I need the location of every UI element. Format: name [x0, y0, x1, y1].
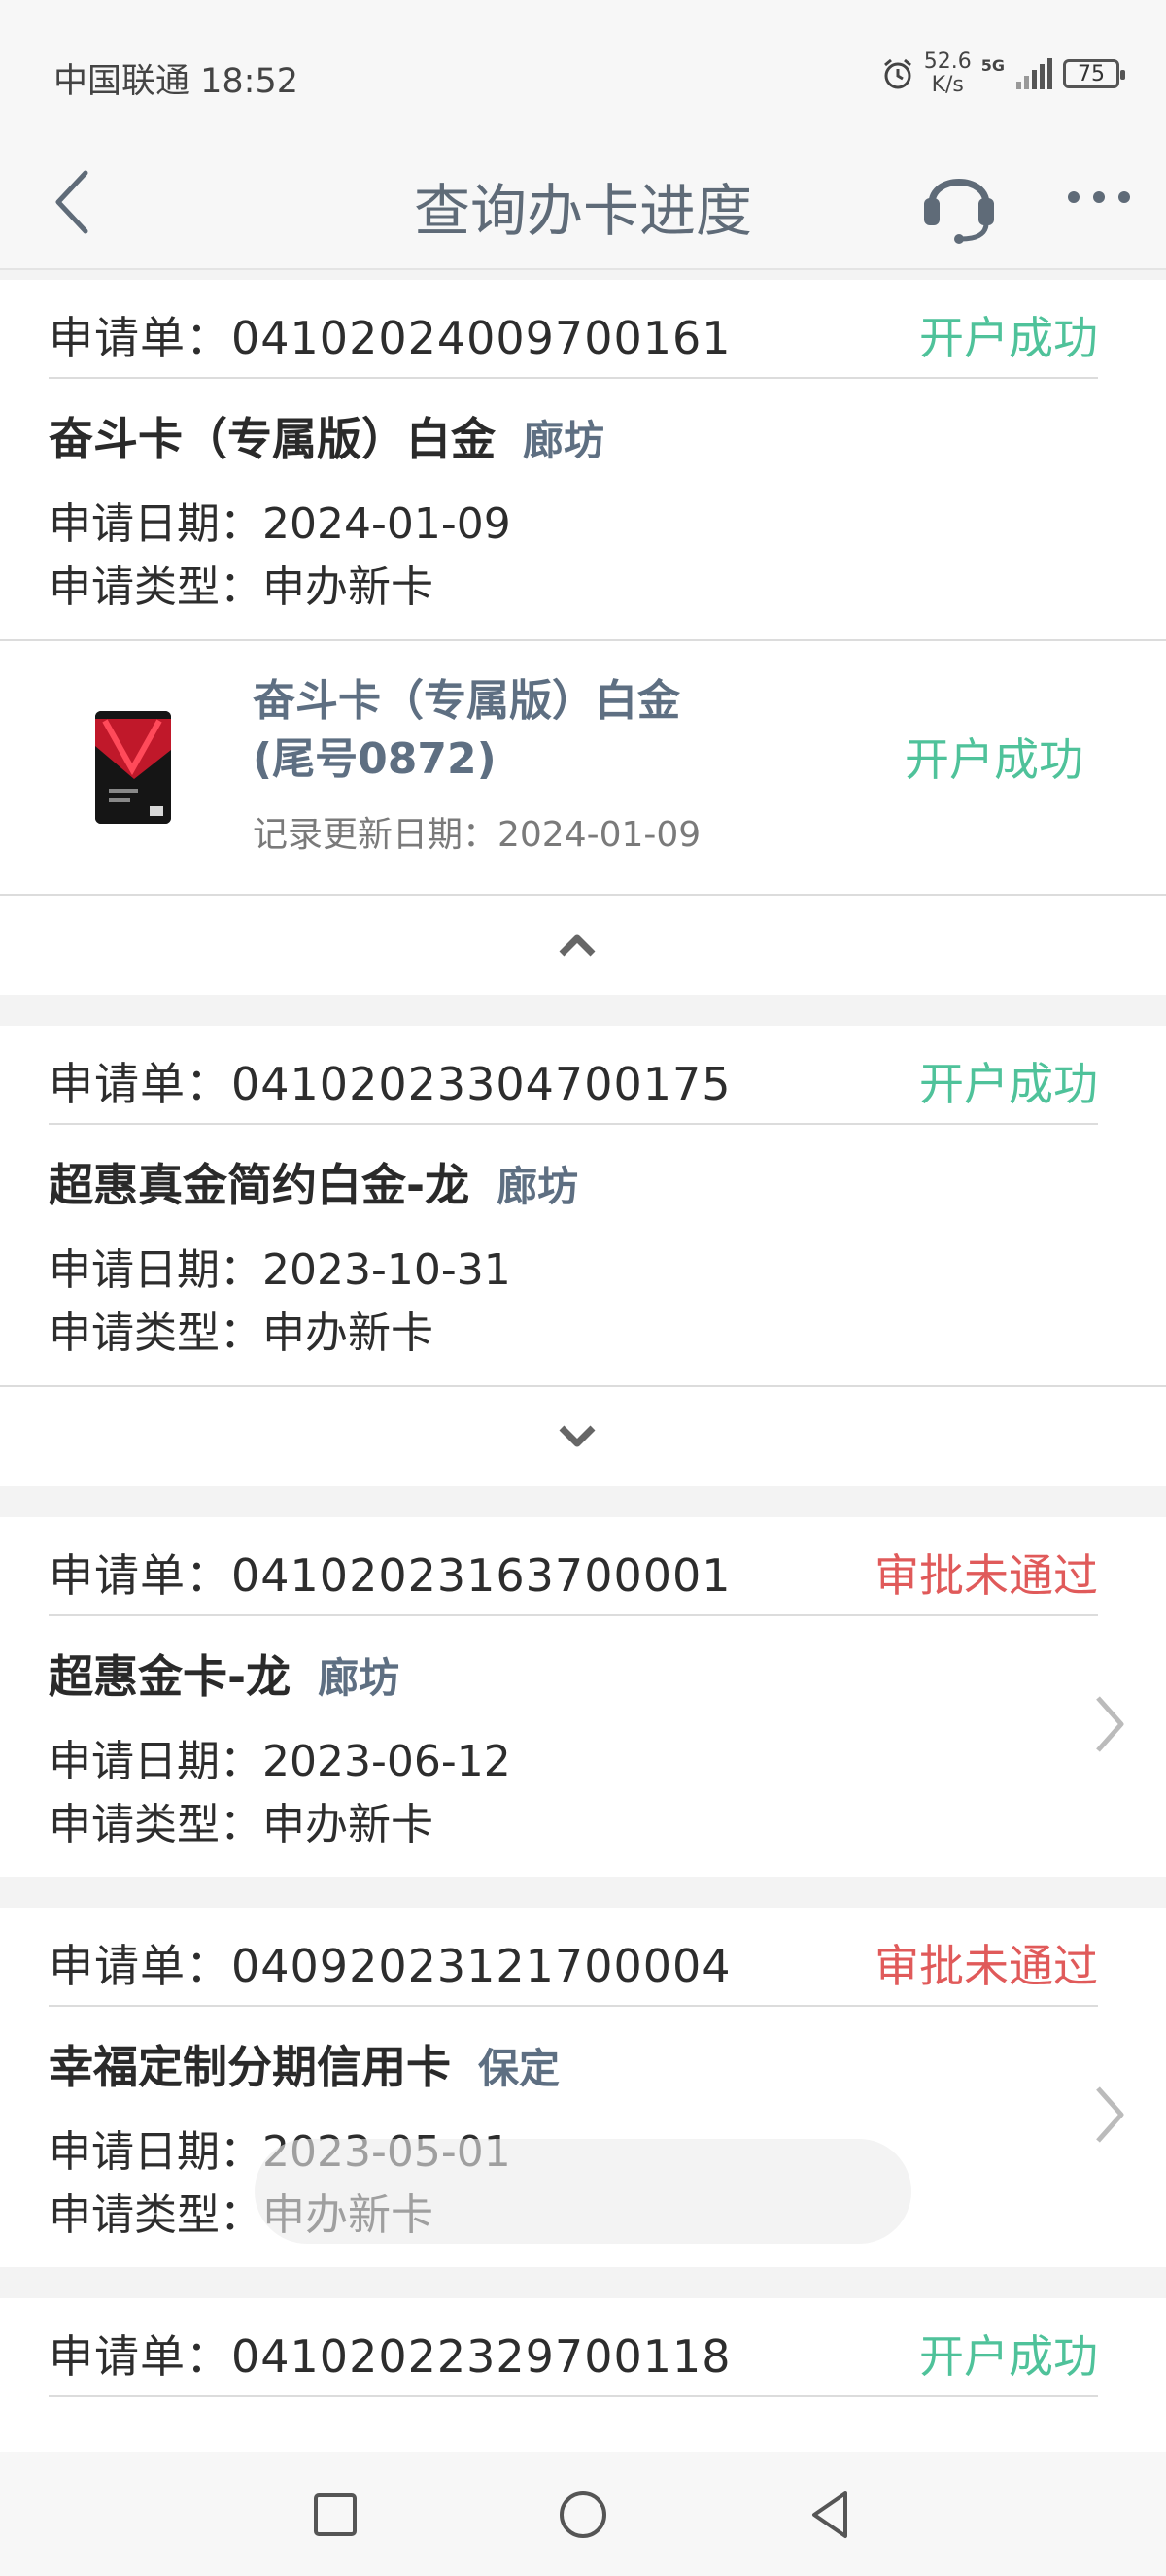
carrier-time: 中国联通 18:52: [53, 62, 298, 101]
chevron-down-icon: [559, 1425, 596, 1447]
application-status: 审批未通过: [874, 1549, 1098, 1602]
application-status: 开户成功: [919, 2330, 1098, 2383]
application-status: 审批未通过: [874, 1940, 1098, 1992]
application-header: 申请单：04092023121700004 审批未通过: [49, 1908, 1098, 2007]
alarm-icon: [883, 58, 911, 89]
apply-type: 申请类型：申办新卡: [49, 1308, 433, 1358]
city-tag: 保定: [478, 2045, 561, 2092]
battery-level: 75: [1078, 61, 1105, 86]
application-header: 申请单：04102023304700175 开户成功: [49, 1026, 1098, 1125]
application-status: 开户成功: [919, 1058, 1098, 1110]
application-card[interactable]: 申请单：04102023163700001 审批未通过 超惠金卡-龙 廊坊 申请日…: [0, 1517, 1166, 1877]
application-status: 开户成功: [919, 312, 1098, 364]
recent-apps-icon[interactable]: [301, 2481, 369, 2549]
back-nav-icon[interactable]: [797, 2481, 865, 2549]
apply-date: 申请日期：2024-01-09: [49, 499, 511, 549]
apply-date: 申请日期：2023-10-31: [49, 1245, 511, 1295]
city-tag: 廊坊: [318, 1654, 400, 1702]
card-name: 超惠真金简约白金-龙: [49, 1159, 470, 1211]
application-number: 申请单：04102024009700161: [49, 312, 732, 364]
expand-toggle[interactable]: [0, 1385, 1166, 1486]
card-name: 超惠金卡-龙: [49, 1650, 292, 1703]
card-name-row: 超惠真金简约白金-龙 廊坊: [49, 1150, 578, 1214]
detail-card-tail: (尾号0872): [253, 734, 497, 784]
customer-service-icon[interactable]: [918, 155, 1000, 249]
battery-icon: 75: [1063, 59, 1125, 88]
network-type: 5G: [980, 55, 1005, 75]
detail-title: 奋斗卡（专属版）白金 (尾号0872): [253, 672, 680, 789]
chevron-right-icon[interactable]: [1090, 1690, 1129, 1758]
application-header: 申请单：04102023163700001 审批未通过: [49, 1517, 1098, 1616]
application-header: 申请单：04102024009700161 开户成功: [49, 280, 1098, 379]
city-tag: 廊坊: [523, 417, 605, 464]
system-nav-bar: [0, 2452, 1166, 2576]
application-number: 申请单：04092023121700004: [49, 1940, 732, 1992]
application-number: 申请单：04102023163700001: [49, 1549, 732, 1602]
card-name-row: 超惠金卡-龙 廊坊: [49, 1642, 399, 1706]
application-number: 申请单：04102022329700118: [49, 2330, 732, 2383]
application-list[interactable]: 申请单：04102024009700161 开户成功 奋斗卡（专属版）白金 廊坊 …: [0, 270, 1166, 2452]
credit-card-image: [95, 711, 171, 824]
application-card: 申请单：04102023304700175 开户成功 超惠真金简约白金-龙 廊坊 …: [0, 1026, 1166, 1385]
record-update-date: 记录更新日期：2024-01-09: [253, 815, 702, 855]
application-number: 申请单：04102023304700175: [49, 1058, 732, 1110]
home-icon[interactable]: [549, 2481, 617, 2549]
apply-type: 申请类型：申办新卡: [49, 1800, 433, 1849]
apply-date: 申请日期：2023-06-12: [49, 1737, 511, 1786]
application-header: 申请单：04102022329700118 开户成功: [49, 2298, 1098, 2397]
net-speed: 52.6 K/s: [924, 51, 972, 97]
card-art-icon: [95, 711, 171, 824]
chevron-right-icon[interactable]: [1090, 2081, 1129, 2149]
nav-bar: 查询办卡进度: [0, 146, 1166, 270]
floating-hint-overlay: [255, 2139, 911, 2244]
net-speed-value: 52.6: [923, 50, 972, 74]
card-detail-row: 奋斗卡（专属版）白金 (尾号0872) 记录更新日期：2024-01-09 开户…: [0, 639, 1166, 896]
chevron-up-icon: [559, 934, 596, 957]
detail-status: 开户成功: [905, 733, 1083, 786]
net-speed-unit: K/s: [931, 73, 964, 97]
collapse-toggle[interactable]: [0, 894, 1166, 995]
city-tag: 廊坊: [497, 1163, 579, 1210]
status-icons: 52.6 K/s 5G 75: [881, 45, 1125, 103]
apply-type: 申请类型：申办新卡: [49, 562, 433, 612]
detail-card-name: 奋斗卡（专属版）白金: [253, 676, 680, 726]
application-card[interactable]: 申请单：04102022329700118 开户成功: [0, 2298, 1166, 2452]
application-card: 申请单：04102024009700161 开户成功 奋斗卡（专属版）白金 廊坊 …: [0, 280, 1166, 639]
card-name: 奋斗卡（专属版）白金: [49, 413, 496, 465]
card-name: 幸福定制分期信用卡: [49, 2041, 451, 2093]
card-name-row: 奋斗卡（专属版）白金 廊坊: [49, 404, 604, 468]
more-icon[interactable]: [1064, 183, 1134, 212]
card-name-row: 幸福定制分期信用卡 保定: [49, 2032, 560, 2096]
signal-icon: [1016, 58, 1052, 89]
status-bar: 中国联通 18:52 52.6 K/s 5G 75: [0, 0, 1166, 146]
